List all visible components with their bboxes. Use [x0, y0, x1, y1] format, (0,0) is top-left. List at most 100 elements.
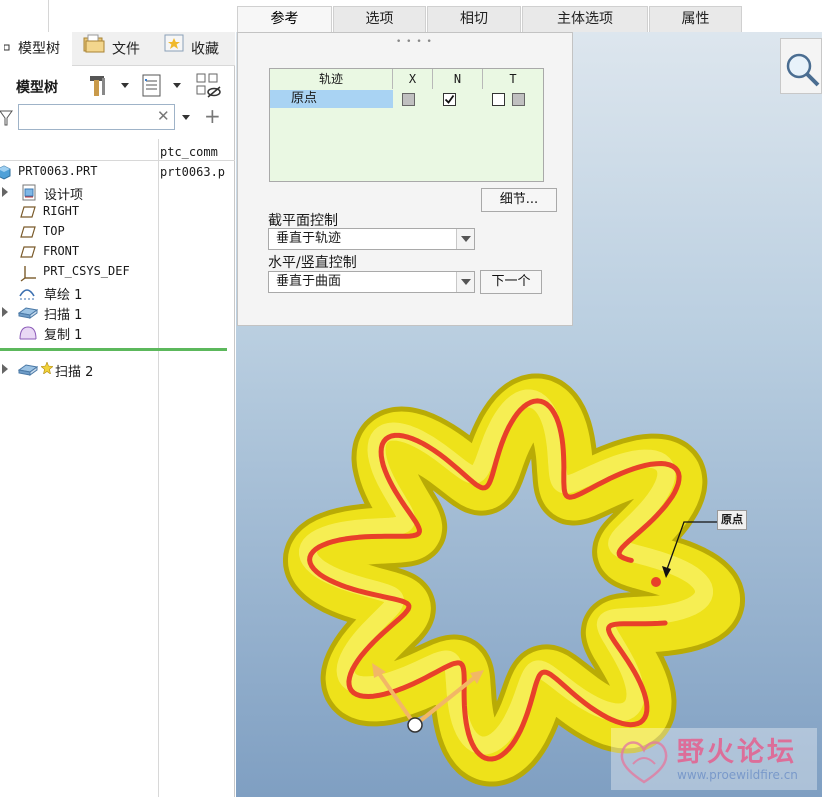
- csys-icon: [20, 264, 36, 282]
- expand-icon[interactable]: [2, 307, 8, 317]
- insert-here-marker[interactable]: [0, 348, 227, 351]
- column-header-trajectory: 轨迹: [270, 69, 393, 89]
- section-plane-control-select[interactable]: 垂直于轨迹: [268, 228, 475, 250]
- tab-options[interactable]: 选项: [333, 6, 426, 32]
- n-checkbox[interactable]: [443, 93, 456, 106]
- datum-plane-icon: [20, 244, 36, 260]
- trajectory-name-cell[interactable]: 原点: [270, 90, 393, 108]
- watermark-logo-icon: [615, 732, 673, 792]
- tree-node-label: RIGHT: [43, 204, 80, 218]
- in-progress-star-icon: [40, 361, 54, 375]
- clear-filter-icon[interactable]: ✕: [157, 107, 170, 125]
- datum-plane-icon: [20, 224, 36, 240]
- t-checkbox-secondary[interactable]: [512, 93, 525, 106]
- sketch-icon: [18, 284, 35, 300]
- copy-icon: [18, 324, 37, 340]
- table-row[interactable]: 原点: [270, 90, 543, 108]
- watermark: 野火论坛 www.proewildfire.cn: [611, 728, 817, 790]
- part-icon: [0, 164, 12, 180]
- tree-node-label: FRONT: [43, 244, 80, 258]
- t-checkbox[interactable]: [492, 93, 505, 106]
- tree-node-top[interactable]: TOP: [0, 222, 235, 242]
- filter-icon[interactable]: [0, 109, 14, 131]
- ribbon-separator: [48, 0, 49, 32]
- tree-node-label: 扫描 2: [55, 365, 94, 380]
- tab-body-options[interactable]: 主体选项: [522, 6, 648, 32]
- hide-tree-items-icon[interactable]: [195, 72, 223, 104]
- column-header-n: N: [433, 69, 483, 89]
- tree-node-label: 设计项: [44, 188, 84, 203]
- show-dropdown-icon[interactable]: [173, 83, 181, 88]
- tree-node-label: PRT_CSYS_DEF: [43, 264, 130, 278]
- dashboard-tabs: 参考 选项 相切 主体选项 属性: [237, 6, 743, 32]
- filter-dropdown-icon[interactable]: [182, 115, 190, 120]
- tree-toolbar: 模型树: [0, 68, 235, 104]
- chevron-down-icon[interactable]: [456, 272, 474, 292]
- next-button[interactable]: 下一个: [480, 270, 542, 294]
- navigator-panel: 模型树 文件 收藏 模型树 ✕ + ptc_comm PRT0063.PRT p…: [0, 32, 235, 797]
- references-panel: • • • • 轨迹 X N T 原点 细节... 截平面控制 垂直于轨迹 水平…: [237, 32, 573, 326]
- tree-node-label: PRT0063.PRT: [18, 164, 98, 178]
- horizontal-vertical-control-select[interactable]: 垂直于曲面: [268, 271, 475, 293]
- tree-node-front[interactable]: FRONT: [0, 242, 235, 262]
- tree-node-label: 复制 1: [44, 328, 83, 343]
- navigator-tabs: 模型树 文件 收藏: [0, 32, 235, 66]
- folder-icon: [82, 32, 106, 67]
- tree-node-csys[interactable]: PRT_CSYS_DEF: [0, 262, 235, 282]
- tree-node-sweep-1[interactable]: 扫描 1: [0, 302, 235, 323]
- tab-model-tree[interactable]: 模型树: [0, 32, 72, 66]
- trajectory-table: 轨迹 X N T 原点: [269, 68, 544, 182]
- column-header-t: T: [483, 69, 543, 89]
- watermark-url: www.proewildfire.cn: [677, 768, 798, 782]
- tree-node-design-items[interactable]: 设计项: [0, 182, 235, 203]
- tree-node-part[interactable]: PRT0063.PRT prt0063.p: [0, 162, 235, 182]
- tree-node-copy[interactable]: 复制 1: [0, 322, 235, 343]
- expand-icon[interactable]: [2, 187, 8, 197]
- x-checkbox[interactable]: [402, 93, 415, 106]
- tree-title: 模型树: [16, 80, 58, 96]
- show-list-icon[interactable]: [141, 72, 163, 102]
- model-tree-icon: [3, 32, 12, 66]
- datum-plane-icon: [20, 204, 36, 220]
- section-plane-control-label: 截平面控制: [268, 213, 338, 229]
- expand-icon[interactable]: [2, 364, 8, 374]
- tube-body[interactable]: [283, 373, 745, 787]
- start-point-handle: [407, 717, 423, 733]
- settings-tools-icon[interactable]: [86, 72, 112, 102]
- tree-filter-row: ✕ +: [0, 104, 235, 132]
- tab-references[interactable]: 参考: [237, 6, 332, 32]
- tree-node-right[interactable]: RIGHT: [0, 202, 235, 222]
- tab-favorites-label: 收藏: [191, 41, 219, 58]
- origin-callout[interactable]: 原点: [717, 510, 747, 530]
- panel-grip-icon[interactable]: • • • •: [396, 37, 433, 47]
- favorites-icon: [163, 32, 185, 67]
- design-items-icon: [20, 184, 36, 201]
- ribbon-bar: 参考 选项 相切 主体选项 属性: [0, 0, 822, 32]
- tree-node-sketch[interactable]: 草绘 1: [0, 282, 235, 303]
- tab-model-tree-label: 模型树: [18, 41, 60, 57]
- horizontal-vertical-control-label: 水平/竖直控制: [268, 255, 357, 271]
- sweep-icon: [17, 361, 39, 377]
- tree-node-label: TOP: [43, 224, 65, 238]
- settings-dropdown-icon[interactable]: [121, 83, 129, 88]
- section-plane-control-value: 垂直于轨迹: [276, 231, 342, 246]
- header-divider: [0, 160, 235, 161]
- horizontal-vertical-control-value: 垂直于曲面: [276, 274, 342, 289]
- tree-node-label: 草绘 1: [44, 288, 83, 303]
- column-header-x: X: [393, 69, 433, 89]
- tab-favorites[interactable]: 收藏: [163, 32, 219, 66]
- add-filter-icon[interactable]: +: [204, 104, 221, 128]
- tab-properties[interactable]: 属性: [649, 6, 742, 32]
- sweep-icon: [17, 304, 39, 320]
- details-button[interactable]: 细节...: [481, 188, 557, 212]
- tab-files[interactable]: 文件: [82, 32, 140, 66]
- origin-point: [651, 577, 661, 587]
- tree-node-label: 扫描 1: [44, 308, 83, 323]
- tree-node-sweep-2[interactable]: 扫描 2: [0, 359, 235, 380]
- watermark-title: 野火论坛: [677, 737, 797, 768]
- tab-tangency[interactable]: 相切: [427, 6, 521, 32]
- chevron-down-icon[interactable]: [456, 229, 474, 249]
- tree-node-column-value: prt0063.p: [160, 165, 226, 179]
- tab-files-label: 文件: [112, 41, 140, 58]
- tree-search-input[interactable]: [18, 104, 175, 130]
